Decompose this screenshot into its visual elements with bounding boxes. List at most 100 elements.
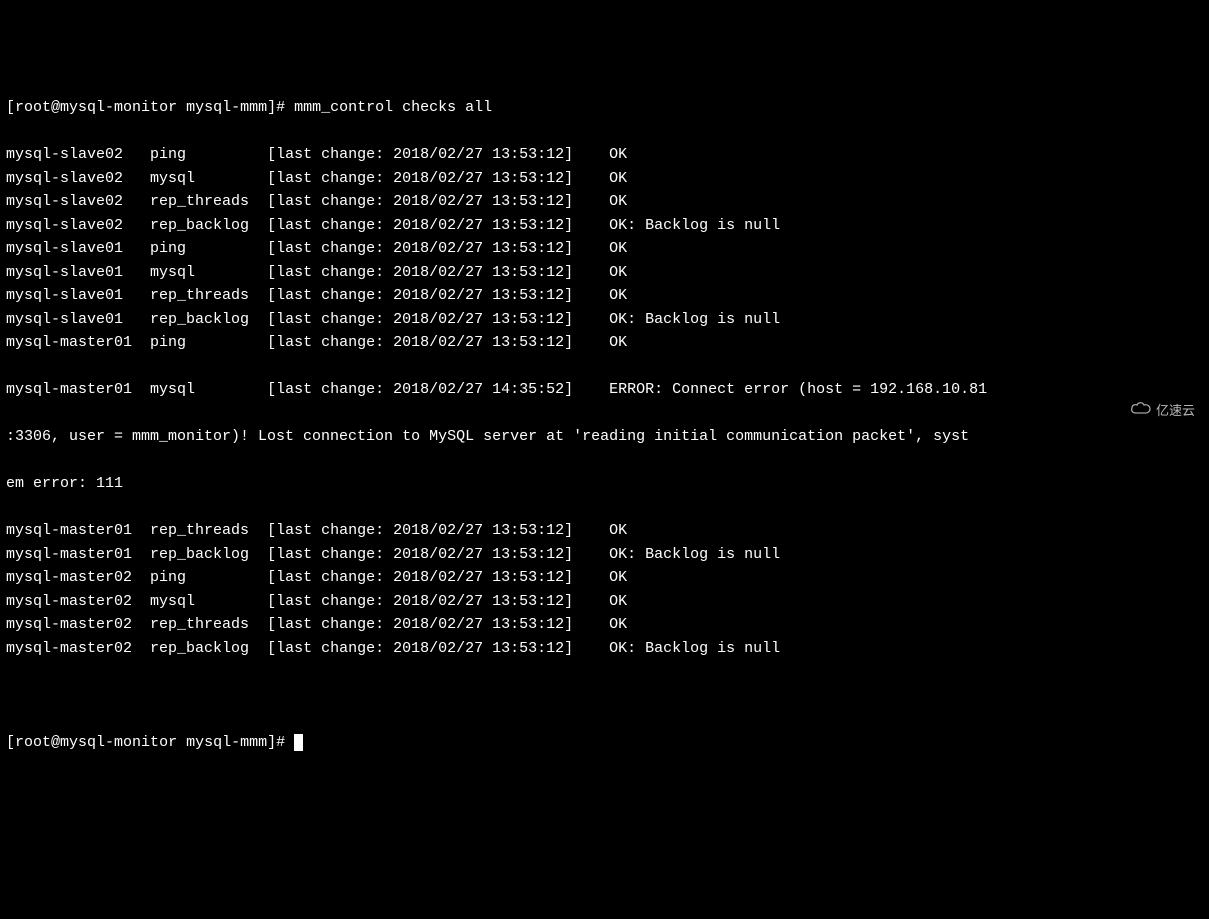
check-name: ping bbox=[150, 240, 267, 257]
watermark-text: 亿速云 bbox=[1156, 399, 1195, 423]
check-status: OK: Backlog is null bbox=[609, 217, 780, 234]
check-status: OK bbox=[609, 616, 627, 633]
cloud-icon bbox=[1116, 376, 1152, 447]
check-status: OK bbox=[609, 334, 627, 351]
prompt-at: @ bbox=[51, 734, 60, 751]
error-check: mysql bbox=[150, 381, 267, 398]
check-last-change: [last change: 2018/02/27 13:53:12] bbox=[267, 146, 609, 163]
check-last-change: [last change: 2018/02/27 13:53:12] bbox=[267, 240, 609, 257]
check-name: rep_threads bbox=[150, 193, 267, 210]
prompt-space bbox=[177, 734, 186, 751]
check-host: mysql-master02 bbox=[6, 593, 150, 610]
check-name: rep_threads bbox=[150, 287, 267, 304]
check-last-change: [last change: 2018/02/27 13:53:12] bbox=[267, 193, 609, 210]
check-last-change: [last change: 2018/02/27 13:53:12] bbox=[267, 170, 609, 187]
error-continuation-2: em error: 111 bbox=[6, 475, 123, 492]
check-row: mysql-slave02 rep_threads [last change: … bbox=[6, 190, 1203, 214]
prompt-at: @ bbox=[51, 99, 60, 116]
error-lc: [last change: 2018/02/27 14:35:52] bbox=[267, 381, 609, 398]
check-last-change: [last change: 2018/02/27 13:53:12] bbox=[267, 334, 609, 351]
check-status: OK bbox=[609, 193, 627, 210]
check-status: OK bbox=[609, 146, 627, 163]
check-status: OK bbox=[609, 593, 627, 610]
check-row: mysql-slave01 rep_threads [last change: … bbox=[6, 284, 1203, 308]
check-last-change: [last change: 2018/02/27 13:53:12] bbox=[267, 217, 609, 234]
check-row: mysql-master01 rep_threads [last change:… bbox=[6, 519, 1203, 543]
check-status: OK bbox=[609, 569, 627, 586]
check-name: rep_backlog bbox=[150, 311, 267, 328]
check-row: mysql-master02 rep_threads [last change:… bbox=[6, 613, 1203, 637]
check-host: mysql-slave02 bbox=[6, 217, 150, 234]
prompt-host: mysql-monitor bbox=[60, 734, 177, 751]
check-row: mysql-master01 rep_backlog [last change:… bbox=[6, 543, 1203, 567]
terminal-cursor[interactable] bbox=[294, 734, 303, 751]
check-status: OK bbox=[609, 240, 627, 257]
check-name: ping bbox=[150, 569, 267, 586]
prompt-line-2[interactable]: [root@mysql-monitor mysql-mmm]# bbox=[6, 731, 1203, 755]
blank-line bbox=[6, 684, 1203, 708]
check-host: mysql-master02 bbox=[6, 616, 150, 633]
check-row: mysql-master02 rep_backlog [last change:… bbox=[6, 637, 1203, 661]
check-row: mysql-slave02 ping [last change: 2018/02… bbox=[6, 143, 1203, 167]
check-status: OK bbox=[609, 264, 627, 281]
prompt-host: mysql-monitor bbox=[60, 99, 177, 116]
prompt-space2 bbox=[285, 734, 294, 751]
check-status: OK: Backlog is null bbox=[609, 546, 780, 563]
error-status: ERROR: Connect error (host = 192.168.10.… bbox=[609, 381, 987, 398]
prompt-cwd: mysql-mmm bbox=[186, 734, 267, 751]
prompt-close-bracket: ]# bbox=[267, 99, 285, 116]
command-text: mmm_control checks all bbox=[294, 99, 492, 116]
error-line-1: mysql-master01 mysql [last change: 2018/… bbox=[6, 378, 1203, 402]
check-last-change: [last change: 2018/02/27 13:53:12] bbox=[267, 287, 609, 304]
error-continuation-1: :3306, user = mmm_monitor)! Lost connect… bbox=[6, 428, 969, 445]
check-row: mysql-slave01 mysql [last change: 2018/0… bbox=[6, 261, 1203, 285]
check-row: mysql-master02 ping [last change: 2018/0… bbox=[6, 566, 1203, 590]
check-last-change: [last change: 2018/02/27 13:53:12] bbox=[267, 522, 609, 539]
check-row: mysql-master02 mysql [last change: 2018/… bbox=[6, 590, 1203, 614]
error-host: mysql-master01 bbox=[6, 381, 150, 398]
prompt-close-bracket: ]# bbox=[267, 734, 285, 751]
check-host: mysql-slave01 bbox=[6, 240, 150, 257]
prompt-line-1: [root@mysql-monitor mysql-mmm]# mmm_cont… bbox=[6, 96, 1203, 120]
check-name: rep_backlog bbox=[150, 640, 267, 657]
watermark: 亿速云 bbox=[1116, 376, 1195, 447]
check-host: mysql-slave01 bbox=[6, 264, 150, 281]
check-last-change: [last change: 2018/02/27 13:53:12] bbox=[267, 569, 609, 586]
check-name: mysql bbox=[150, 170, 267, 187]
check-status: OK bbox=[609, 287, 627, 304]
check-row: mysql-slave01 rep_backlog [last change: … bbox=[6, 308, 1203, 332]
check-last-change: [last change: 2018/02/27 13:53:12] bbox=[267, 640, 609, 657]
prompt-user: root bbox=[15, 99, 51, 116]
check-last-change: [last change: 2018/02/27 13:53:12] bbox=[267, 311, 609, 328]
prompt-cwd: mysql-mmm bbox=[186, 99, 267, 116]
check-name: rep_threads bbox=[150, 522, 267, 539]
check-row: mysql-slave02 mysql [last change: 2018/0… bbox=[6, 167, 1203, 191]
check-last-change: [last change: 2018/02/27 13:53:12] bbox=[267, 546, 609, 563]
check-row: mysql-slave01 ping [last change: 2018/02… bbox=[6, 237, 1203, 261]
check-host: mysql-master02 bbox=[6, 640, 150, 657]
check-name: rep_threads bbox=[150, 616, 267, 633]
check-host: mysql-slave02 bbox=[6, 193, 150, 210]
check-name: ping bbox=[150, 146, 267, 163]
output-block-2: mysql-master01 rep_threads [last change:… bbox=[6, 519, 1203, 660]
prompt-open-bracket: [ bbox=[6, 734, 15, 751]
check-name: rep_backlog bbox=[150, 546, 267, 563]
check-host: mysql-slave02 bbox=[6, 146, 150, 163]
check-row: mysql-master01 ping [last change: 2018/0… bbox=[6, 331, 1203, 355]
check-host: mysql-slave02 bbox=[6, 170, 150, 187]
prompt-open-bracket: [ bbox=[6, 99, 15, 116]
error-line-2: :3306, user = mmm_monitor)! Lost connect… bbox=[6, 425, 1203, 449]
check-last-change: [last change: 2018/02/27 13:53:12] bbox=[267, 593, 609, 610]
check-host: mysql-slave01 bbox=[6, 311, 150, 328]
check-host: mysql-master01 bbox=[6, 522, 150, 539]
check-name: ping bbox=[150, 334, 267, 351]
check-name: mysql bbox=[150, 593, 267, 610]
check-row: mysql-slave02 rep_backlog [last change: … bbox=[6, 214, 1203, 238]
error-line-3: em error: 111 bbox=[6, 472, 1203, 496]
check-host: mysql-slave01 bbox=[6, 287, 150, 304]
check-name: rep_backlog bbox=[150, 217, 267, 234]
check-last-change: [last change: 2018/02/27 13:53:12] bbox=[267, 264, 609, 281]
check-host: mysql-master02 bbox=[6, 569, 150, 586]
check-host: mysql-master01 bbox=[6, 334, 150, 351]
check-last-change: [last change: 2018/02/27 13:53:12] bbox=[267, 616, 609, 633]
